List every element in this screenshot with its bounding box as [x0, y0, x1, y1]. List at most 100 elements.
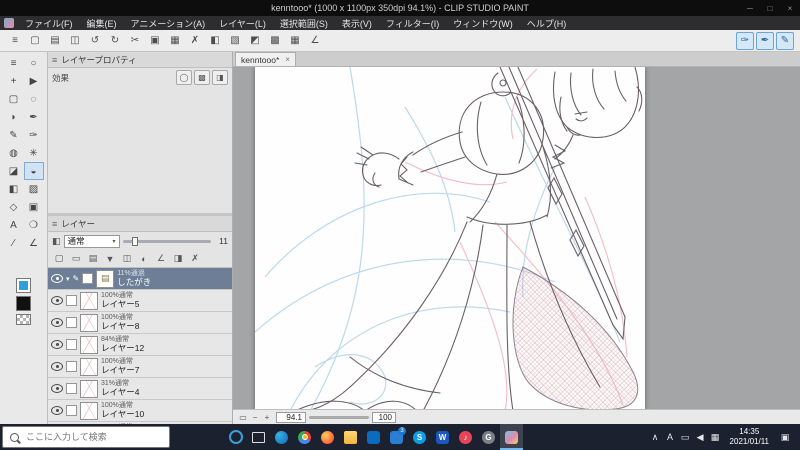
decoration-tool-icon[interactable]: ✳: [24, 144, 44, 162]
layer-thumbnail[interactable]: [96, 269, 115, 288]
layer-color-icon[interactable]: ◨: [212, 70, 228, 85]
firefox-icon[interactable]: [316, 424, 339, 450]
new-folder-icon[interactable]: ▤: [86, 252, 100, 265]
main-color-swatch[interactable]: [16, 278, 31, 293]
taskbar-clock[interactable]: 14:35 2021/01/11: [730, 427, 769, 448]
layer-row[interactable]: 100%通常 レイヤー5: [48, 290, 232, 312]
undo-icon[interactable]: ↺: [86, 32, 104, 50]
network-icon[interactable]: ▦: [708, 432, 723, 443]
airbrush-tool-icon[interactable]: ◍: [4, 144, 24, 162]
layer-checkbox[interactable]: [66, 295, 77, 306]
minimize-button[interactable]: ─: [740, 0, 760, 16]
fill-tool-icon[interactable]: ◧: [4, 180, 24, 198]
visibility-icon[interactable]: [51, 296, 63, 305]
display-icon[interactable]: ▭: [678, 432, 693, 443]
layer-row-shitagaki[interactable]: ▾ ✎ 11%通過 したがき: [48, 268, 232, 290]
menu-item[interactable]: ヘルプ(H): [520, 17, 574, 30]
copy-icon[interactable]: ▣: [146, 32, 164, 50]
close-button[interactable]: ×: [780, 0, 800, 16]
merge-down-icon[interactable]: ◫: [120, 252, 134, 265]
layer-row[interactable]: 31%通常 レイヤー4: [48, 378, 232, 400]
visibility-icon[interactable]: [51, 406, 63, 415]
snap-grid-icon[interactable]: ✎: [776, 31, 794, 50]
gradient-tool-icon[interactable]: ▨: [24, 180, 44, 198]
blend-tool-icon[interactable]: ◒: [23, 162, 44, 180]
transparent-color-swatch[interactable]: [16, 314, 31, 325]
new-vector-layer-icon[interactable]: ▭: [69, 252, 83, 265]
ruler-tool-icon[interactable]: ∠: [24, 234, 44, 252]
clip-studio-icon[interactable]: [500, 424, 523, 450]
word-icon[interactable]: W: [431, 424, 454, 450]
layer-thumbnail[interactable]: [80, 313, 98, 332]
explorer-icon[interactable]: [339, 424, 362, 450]
zoom-tool-icon[interactable]: ○: [24, 54, 44, 72]
visibility-icon[interactable]: [51, 362, 63, 371]
deselect-icon[interactable]: ▧: [226, 32, 244, 50]
two-pane-icon[interactable]: ◨: [171, 252, 185, 265]
layer-checkbox[interactable]: [66, 383, 77, 394]
balloon-tool-icon[interactable]: ❍: [24, 216, 44, 234]
layer-ruler-icon[interactable]: ∠: [154, 252, 168, 265]
save-file-icon[interactable]: ◫: [66, 32, 84, 50]
layer-row[interactable]: 100%通常 レイヤー8: [48, 312, 232, 334]
volume-icon[interactable]: ◀: [693, 432, 708, 443]
menu-item[interactable]: フィルター(I): [379, 17, 446, 30]
zoom-out-icon[interactable]: −: [249, 413, 261, 422]
eraser-tool-icon[interactable]: ◪: [4, 162, 24, 180]
layer-checkbox[interactable]: [66, 405, 77, 416]
layer-thumbnail[interactable]: [80, 291, 98, 310]
layer-thumbnail[interactable]: [80, 335, 98, 354]
fit-to-screen-icon[interactable]: ▭: [237, 413, 249, 422]
visibility-icon[interactable]: [51, 274, 63, 283]
snap-special-ruler-icon[interactable]: ✒: [756, 31, 774, 50]
cut-icon[interactable]: ✂: [126, 32, 144, 50]
redo-icon[interactable]: ↻: [106, 32, 124, 50]
cortana-icon[interactable]: [224, 424, 247, 450]
close-tab-icon[interactable]: ×: [285, 55, 290, 64]
visibility-icon[interactable]: [51, 318, 63, 327]
grid-icon[interactable]: ▦: [286, 32, 304, 50]
delete-icon[interactable]: ✗: [186, 32, 204, 50]
new-raster-layer-icon[interactable]: ▢: [52, 252, 66, 265]
pen-tool-icon[interactable]: ✒: [24, 108, 44, 126]
layer-checkbox[interactable]: [66, 317, 77, 328]
eyedropper-tool-icon[interactable]: ◗: [4, 108, 24, 126]
search-input[interactable]: [24, 431, 148, 443]
zoom-value[interactable]: 94.1: [276, 411, 306, 423]
layer-checkbox[interactable]: [66, 361, 77, 372]
menu-item[interactable]: アニメーション(A): [124, 17, 213, 30]
layer-checkbox[interactable]: [66, 339, 77, 350]
rotation-value[interactable]: 100: [372, 411, 396, 423]
palette-menu-icon[interactable]: ≡: [4, 54, 24, 72]
mail-icon[interactable]: 3: [385, 424, 408, 450]
opacity-slider[interactable]: [122, 236, 211, 246]
snap-ruler-icon[interactable]: ✑: [736, 31, 754, 50]
edge-icon[interactable]: [270, 424, 293, 450]
skype-icon[interactable]: S: [408, 424, 431, 450]
opacity-slider-handle[interactable]: [132, 236, 139, 246]
line-tool-icon[interactable]: ∕: [4, 234, 24, 252]
visibility-icon[interactable]: [51, 384, 63, 393]
layer-row[interactable]: 84%通常 レイヤー12: [48, 334, 232, 356]
menu-item[interactable]: ファイル(F): [18, 17, 80, 30]
selection-border-icon[interactable]: ▩: [266, 32, 284, 50]
zoom-slider[interactable]: [309, 415, 369, 419]
main-menu-icon[interactable]: ≡: [6, 32, 24, 50]
invert-selection-icon[interactable]: ◩: [246, 32, 264, 50]
layer-mask-icon[interactable]: ◐: [137, 252, 151, 265]
paste-icon[interactable]: ▦: [166, 32, 184, 50]
layer-checkbox[interactable]: [82, 273, 94, 284]
canvas-page[interactable]: [255, 67, 645, 409]
menu-item[interactable]: 編集(E): [80, 17, 124, 30]
chrome-icon[interactable]: [293, 424, 316, 450]
transfer-down-icon[interactable]: ▼: [103, 252, 117, 265]
snap-icon[interactable]: ∠: [306, 32, 324, 50]
taskbar-search[interactable]: [2, 426, 170, 448]
layer-thumbnail[interactable]: [80, 401, 98, 420]
marquee-tool-icon[interactable]: ▢: [4, 90, 24, 108]
sub-color-swatch[interactable]: [16, 296, 31, 311]
visibility-icon[interactable]: [51, 340, 63, 349]
layer-row[interactable]: 100%通常 レイヤー9: [48, 422, 232, 424]
text-tool-icon[interactable]: A: [4, 216, 24, 234]
menu-item[interactable]: レイヤー(L): [212, 17, 273, 30]
